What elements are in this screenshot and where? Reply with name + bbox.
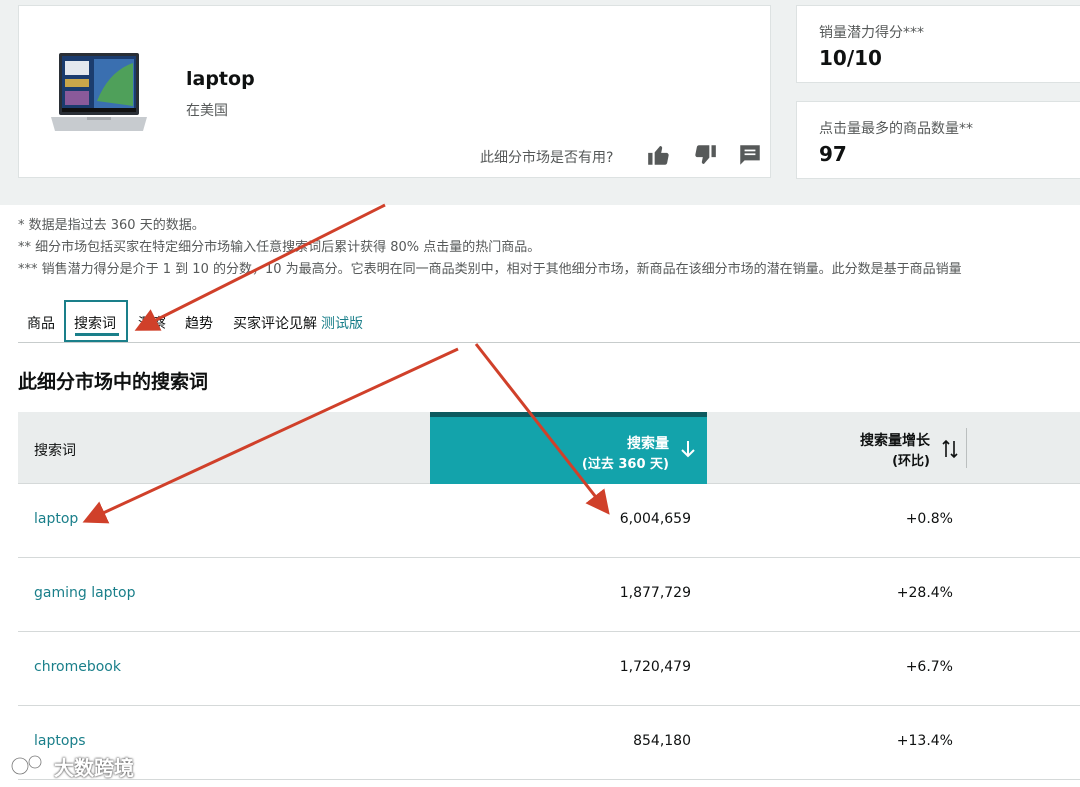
thumbs-down-icon[interactable]	[692, 142, 718, 168]
column-header-volume-growth[interactable]: 搜索量增长	[860, 430, 930, 450]
sort-toggle-icon[interactable]	[941, 438, 959, 460]
beta-badge: 测试版	[321, 316, 363, 332]
header-divider	[966, 428, 967, 468]
tab-insights[interactable]: 洞察	[138, 313, 166, 333]
header-sublabel: (过去 360 天)	[581, 457, 669, 472]
table-row: chromebook 1,720,479 +6.7%	[18, 632, 1080, 706]
column-header-search-term: 搜索词	[34, 443, 76, 459]
sort-descending-icon	[681, 441, 695, 458]
metric-label: 销量潜力得分***	[819, 25, 924, 41]
search-term-link[interactable]: laptops	[34, 733, 86, 749]
tab-products[interactable]: 商品	[27, 313, 55, 333]
watermark: 大数跨境	[10, 752, 134, 782]
tab-label: 趋势	[185, 316, 213, 332]
tab-label: 买家评论见解	[233, 316, 317, 332]
tabs-divider	[18, 342, 1080, 343]
metric-value: 97	[819, 142, 847, 166]
tab-review-insights[interactable]: 买家评论见解 测试版	[233, 313, 363, 333]
footnote: *** 销售潜力得分是介于 1 到 10 的分数，10 为最高分。它表明在同一商…	[18, 262, 962, 277]
table-row: laptop 6,004,659 +0.8%	[18, 484, 1080, 558]
table-row: laptops 854,180 +13.4%	[18, 706, 1080, 780]
tab-label: 商品	[27, 316, 55, 332]
thumbs-up-icon[interactable]	[646, 142, 672, 168]
header-label: 搜索量	[627, 436, 669, 452]
sales-potential-card: 销量潜力得分*** 10/10	[796, 5, 1080, 83]
column-header-search-volume[interactable]: 搜索量 (过去 360 天)	[430, 412, 707, 484]
search-volume-cell: 854,180	[633, 733, 691, 749]
search-volume-cell: 1,720,479	[619, 659, 691, 675]
active-tab-underline	[75, 333, 119, 336]
header-sublabel: (环比)	[892, 454, 930, 469]
table-row: gaming laptop 1,877,729 +28.4%	[18, 558, 1080, 632]
footnote: * 数据是指过去 360 天的数据。	[18, 218, 205, 233]
top-clicked-count-card: 点击量最多的商品数量** 97	[796, 101, 1080, 179]
metric-label: 点击量最多的商品数量**	[819, 121, 973, 137]
search-term-link[interactable]: gaming laptop	[34, 585, 136, 601]
tab-bar	[18, 302, 1080, 342]
tab-label: 搜索词	[74, 316, 116, 332]
volume-growth-cell: +0.8%	[905, 511, 953, 527]
volume-growth-cell: +6.7%	[905, 659, 953, 675]
product-card: laptop 在美国 此细分市场是否有用?	[18, 5, 771, 178]
tab-search-terms[interactable]: 搜索词	[74, 313, 116, 333]
search-volume-cell: 6,004,659	[619, 511, 691, 527]
product-title: laptop	[186, 68, 255, 90]
volume-growth-cell: +13.4%	[896, 733, 953, 749]
tab-trends[interactable]: 趋势	[185, 313, 213, 333]
footnote: ** 细分市场包括买家在特定细分市场输入任意搜索词后累计获得 80% 点击量的热…	[18, 240, 541, 255]
search-term-link[interactable]: chromebook	[34, 659, 121, 675]
metric-value: 10/10	[819, 46, 882, 70]
watermark-text: 大数跨境	[54, 756, 134, 780]
volume-growth-cell: +28.4%	[896, 585, 953, 601]
product-region: 在美国	[186, 103, 228, 119]
search-volume-cell: 1,877,729	[619, 585, 691, 601]
section-title: 此细分市场中的搜索词	[18, 371, 209, 393]
tab-label: 洞察	[138, 316, 166, 332]
useful-question: 此细分市场是否有用?	[480, 150, 614, 166]
watermark-logo-icon	[10, 754, 43, 776]
laptop-product-image	[51, 53, 147, 131]
search-term-link[interactable]: laptop	[34, 511, 78, 527]
comment-icon[interactable]	[737, 142, 763, 168]
